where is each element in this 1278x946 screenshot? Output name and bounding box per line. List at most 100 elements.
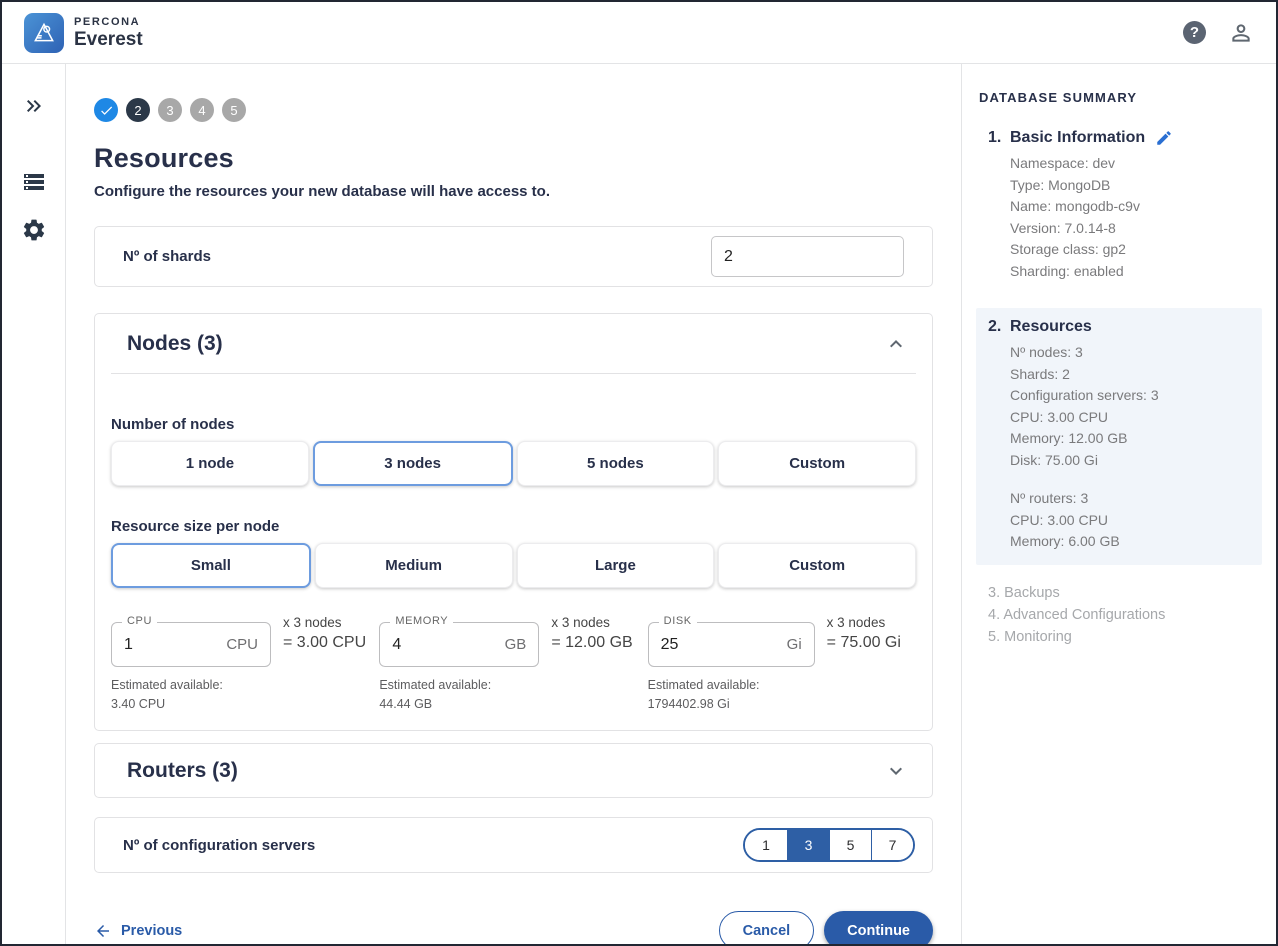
wizard-stepper: 2 3 4 5 <box>94 98 933 122</box>
cpu-estimated-value: 3.40 CPU <box>111 695 379 714</box>
summary-item-sharding: Sharding: enabled <box>1010 261 1252 283</box>
config-servers-card: Nº of configuration servers 1 3 5 7 <box>94 817 933 873</box>
expand-sidebar-icon[interactable] <box>14 86 54 126</box>
cpu-resource-column: CPU CPU x 3 nodes = 3.00 CPU E <box>111 622 379 714</box>
disk-multiplier: x 3 nodes = 75.00 Gi <box>827 615 901 652</box>
routers-accordion-title: Routers (3) <box>127 759 238 783</box>
summary-item-type: Type: MongoDB <box>1010 175 1252 197</box>
basic-section-items: Namespace: dev Type: MongoDB Name: mongo… <box>1010 153 1252 282</box>
continue-button[interactable]: Continue <box>824 911 933 944</box>
shards-card: Nº of shards <box>94 226 933 287</box>
config-servers-option-1[interactable]: 1 <box>745 830 787 860</box>
size-option-small-selected[interactable]: Small <box>111 543 311 588</box>
check-icon <box>99 103 114 118</box>
resource-size-toggle-group: Small Medium Large Custom <box>111 543 916 588</box>
step-2-active[interactable]: 2 <box>126 98 150 122</box>
routers-accordion-header[interactable]: Routers (3) <box>95 744 932 797</box>
brand-everest-label: Everest <box>74 30 143 49</box>
summary-item-router-cpu: CPU: 3.00 CPU <box>1010 510 1252 532</box>
step-1-done[interactable] <box>94 98 118 122</box>
disk-field: DISK Gi <box>648 622 815 667</box>
chevron-up-icon <box>884 332 908 356</box>
cpu-multiplier-nodes: x 3 nodes <box>283 615 366 630</box>
arrow-left-icon <box>94 922 112 940</box>
memory-estimated: Estimated available: 44.44 GB <box>379 676 647 714</box>
page-subtitle: Configure the resources your new databas… <box>94 183 933 200</box>
app-window: PERCONA Everest ? <box>0 0 1278 946</box>
edit-basic-info-icon[interactable] <box>1155 129 1173 147</box>
wizard-actions: Previous Cancel Continue <box>94 911 933 944</box>
disk-multiplier-nodes: x 3 nodes <box>827 615 901 630</box>
shards-label: Nº of shards <box>123 248 211 265</box>
node-count-toggle-group: 1 node 3 nodes 5 nodes Custom <box>111 441 916 486</box>
node-option-1[interactable]: 1 node <box>111 441 309 486</box>
disk-input[interactable] <box>661 636 787 654</box>
cpu-field-label: CPU <box>122 615 157 627</box>
resource-size-label: Resource size per node <box>111 518 916 535</box>
memory-multiplier: x 3 nodes = 12.00 GB <box>551 615 632 652</box>
help-icon[interactable]: ? <box>1183 21 1206 44</box>
memory-resource-column: MEMORY GB x 3 nodes = 12.00 GB <box>379 622 647 714</box>
disk-resource-column: DISK Gi x 3 nodes = 75.00 Gi E <box>648 622 916 714</box>
summary-item-version: Version: 7.0.14-8 <box>1010 218 1252 240</box>
summary-item-n-nodes: Nº nodes: 3 <box>1010 342 1252 364</box>
nodes-accordion-header[interactable]: Nodes (3) <box>95 314 932 373</box>
shards-input[interactable] <box>711 236 904 277</box>
node-option-5[interactable]: 5 nodes <box>517 441 715 486</box>
previous-link[interactable]: Previous <box>94 922 182 940</box>
step-4[interactable]: 4 <box>190 98 214 122</box>
basic-section-number: 1. <box>988 129 1010 282</box>
cpu-multiplier-total: = 3.00 CPU <box>283 634 366 652</box>
config-servers-option-3-selected[interactable]: 3 <box>787 830 829 860</box>
summary-item-name: Name: mongodb-c9v <box>1010 196 1252 218</box>
summary-item-memory: Memory: 12.00 GB <box>1010 428 1252 450</box>
previous-link-label: Previous <box>121 923 182 939</box>
config-servers-option-7[interactable]: 7 <box>871 830 913 860</box>
cpu-input[interactable] <box>124 636 226 654</box>
cpu-unit-adornment: CPU <box>226 636 258 653</box>
chevron-down-icon <box>884 759 908 783</box>
database-summary-panel: DATABASE SUMMARY 1. Basic Information Na… <box>961 64 1276 944</box>
cpu-estimated: Estimated available: 3.40 CPU <box>111 676 379 714</box>
summary-step-backups: 3. Backups <box>988 582 1262 604</box>
summary-item-cpu: CPU: 3.00 CPU <box>1010 407 1252 429</box>
size-option-large[interactable]: Large <box>517 543 715 588</box>
memory-multiplier-nodes: x 3 nodes <box>551 615 632 630</box>
summary-title: DATABASE SUMMARY <box>976 90 1262 105</box>
disk-field-label: DISK <box>659 615 697 627</box>
config-servers-option-5[interactable]: 5 <box>829 830 871 860</box>
cancel-button[interactable]: Cancel <box>719 911 815 944</box>
cpu-estimated-label: Estimated available: <box>111 676 379 695</box>
routers-accordion: Routers (3) <box>94 743 933 798</box>
disk-estimated-value: 1794402.98 Gi <box>648 695 916 714</box>
basic-section-heading: Basic Information <box>1010 129 1145 147</box>
resources-section-heading: Resources <box>1010 318 1092 336</box>
settings-nav-icon[interactable] <box>14 210 54 250</box>
node-option-custom[interactable]: Custom <box>718 441 916 486</box>
step-5[interactable]: 5 <box>222 98 246 122</box>
resources-section-number: 2. <box>988 318 1010 553</box>
size-option-custom[interactable]: Custom <box>718 543 916 588</box>
main-content: 2 3 4 5 Resources Configure the resource… <box>66 64 961 944</box>
summary-item-namespace: Namespace: dev <box>1010 153 1252 175</box>
summary-item-n-routers: Nº routers: 3 <box>1010 488 1252 510</box>
step-3[interactable]: 3 <box>158 98 182 122</box>
memory-estimated-label: Estimated available: <box>379 676 647 695</box>
nodes-accordion-title: Nodes (3) <box>127 332 223 356</box>
resource-inputs-row: CPU CPU x 3 nodes = 3.00 CPU E <box>111 622 916 714</box>
summary-step-advanced-configurations: 4. Advanced Configurations <box>988 604 1262 626</box>
node-option-3-selected[interactable]: 3 nodes <box>313 441 513 486</box>
memory-input[interactable] <box>392 636 504 654</box>
cpu-multiplier: x 3 nodes = 3.00 CPU <box>283 615 366 652</box>
size-option-medium[interactable]: Medium <box>315 543 513 588</box>
summary-section-resources: 2. Resources Nº nodes: 3 Shards: 2 Confi… <box>976 308 1262 565</box>
summary-section-basic: 1. Basic Information Namespace: dev Type… <box>976 119 1262 294</box>
user-account-icon[interactable] <box>1228 20 1254 46</box>
databases-nav-icon[interactable] <box>14 162 54 202</box>
disk-multiplier-total: = 75.00 Gi <box>827 634 901 652</box>
brand-logo[interactable]: PERCONA Everest <box>24 13 143 53</box>
nodes-accordion: Nodes (3) Number of nodes 1 node 3 nodes… <box>94 313 933 731</box>
disk-unit-adornment: Gi <box>787 636 802 653</box>
config-servers-toggle-group: 1 3 5 7 <box>743 828 915 862</box>
disk-estimated: Estimated available: 1794402.98 Gi <box>648 676 916 714</box>
